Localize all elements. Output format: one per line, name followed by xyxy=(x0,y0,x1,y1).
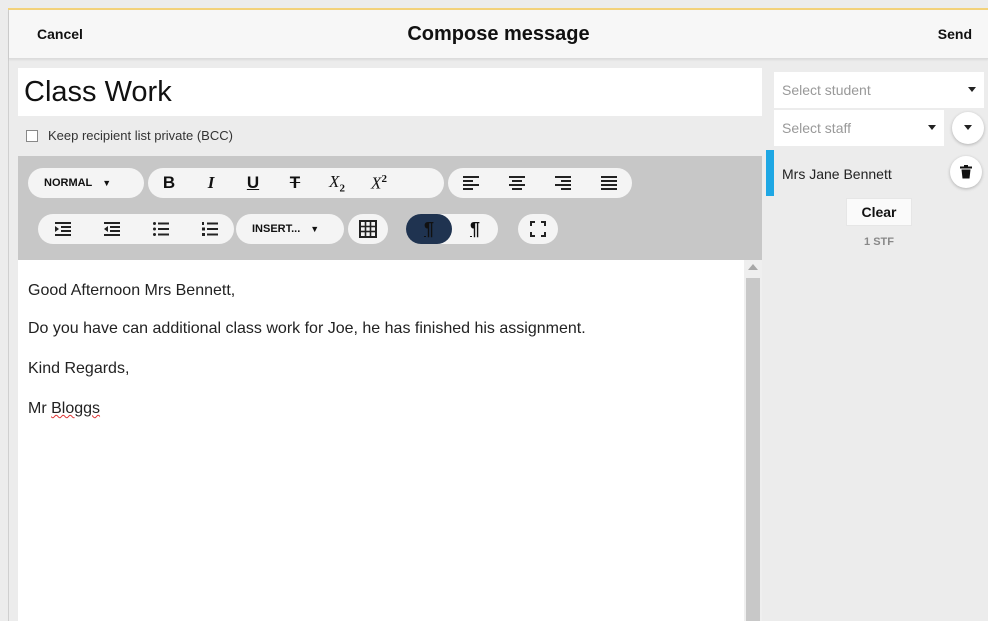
body-line-signature: Mr Bloggs xyxy=(28,400,101,417)
align-left-button[interactable] xyxy=(448,168,494,198)
align-center-icon xyxy=(509,176,525,190)
align-center-button[interactable] xyxy=(494,168,540,198)
numbered-list-icon xyxy=(201,222,218,236)
fullscreen-button[interactable] xyxy=(518,214,558,244)
body-line-message: Do you have can additional class work fo… xyxy=(28,320,586,337)
superscript-button[interactable]: X2 xyxy=(358,168,400,198)
table-button[interactable] xyxy=(348,214,388,244)
chevron-down-icon: ▼ xyxy=(102,178,112,188)
text-direction-group: ¶ ¶ xyxy=(406,214,498,244)
clear-button[interactable]: Clear xyxy=(846,198,912,226)
italic-button[interactable]: I xyxy=(190,168,232,198)
chevron-down-icon xyxy=(928,125,936,130)
justify-button[interactable] xyxy=(586,168,632,198)
chevron-down-icon xyxy=(968,87,976,92)
bcc-option[interactable]: Keep recipient list private (BCC) xyxy=(26,128,233,143)
alignment-group xyxy=(448,168,632,198)
remove-recipient-button[interactable] xyxy=(950,156,982,188)
outdent-button[interactable] xyxy=(87,214,136,244)
strikethrough-button[interactable]: T xyxy=(274,168,316,198)
numbered-list-button[interactable] xyxy=(185,214,234,244)
outdent-icon xyxy=(103,222,120,236)
indent-icon xyxy=(54,222,71,236)
align-right-icon xyxy=(555,176,571,190)
staff-select[interactable]: Select staff xyxy=(774,110,944,146)
page-title: Compose message xyxy=(407,23,590,45)
underline-button[interactable]: U xyxy=(232,168,274,198)
scrollbar-thumb[interactable] xyxy=(746,278,760,621)
list-group xyxy=(38,214,234,244)
chevron-down-icon xyxy=(964,125,972,130)
table-icon xyxy=(359,220,377,238)
align-left-icon xyxy=(463,176,479,190)
bcc-label: Keep recipient list private (BCC) xyxy=(48,128,233,143)
insert-dropdown[interactable]: INSERT... ▼ xyxy=(236,214,344,244)
chevron-down-icon: ▼ xyxy=(310,224,320,234)
recipient-count: 1 STF xyxy=(864,236,894,248)
insert-dropdown-label: INSERT... xyxy=(252,223,301,235)
text-style-group: B I U T X2 X2 xyxy=(148,168,444,198)
body-line-closing: Kind Regards, xyxy=(28,360,130,377)
editor-scrollbar[interactable] xyxy=(744,260,762,621)
editor-toolbar: NORMAL ▼ B I U T X2 X2 INSERT... ▼ ¶ ¶ xyxy=(18,156,762,260)
bold-icon: B xyxy=(162,173,176,192)
fullscreen-icon xyxy=(530,221,546,237)
format-dropdown[interactable]: NORMAL ▼ xyxy=(28,168,144,198)
header-bar: Cancel Compose message Send xyxy=(9,10,988,59)
trash-icon xyxy=(960,165,972,179)
ltr-direction-button[interactable]: ¶ xyxy=(406,214,452,244)
subscript-button[interactable]: X2 xyxy=(316,168,358,198)
bcc-checkbox[interactable] xyxy=(26,129,38,142)
align-right-button[interactable] xyxy=(540,168,586,198)
indent-button[interactable] xyxy=(38,214,87,244)
staff-options-button[interactable] xyxy=(952,112,984,144)
rtl-direction-button[interactable]: ¶ xyxy=(452,214,498,244)
body-line-greeting: Good Afternoon Mrs Bennett, xyxy=(28,282,236,299)
staff-select-placeholder: Select staff xyxy=(782,120,852,136)
compose-area: Keep recipient list private (BCC) NORMAL… xyxy=(18,68,762,621)
bullet-list-icon xyxy=(152,222,169,236)
recipient-accent-bar xyxy=(766,150,774,196)
underline-icon: U xyxy=(246,173,260,192)
justify-icon xyxy=(601,176,617,190)
paragraph-rtl-icon: ¶ xyxy=(469,218,480,239)
misspelled-word: Bloggs xyxy=(51,400,101,417)
compose-window: Cancel Compose message Send Keep recipie… xyxy=(0,0,988,621)
selected-recipient: Mrs Jane Bennett xyxy=(766,150,988,196)
subject-input[interactable] xyxy=(18,68,762,116)
left-edge-line xyxy=(8,10,9,621)
send-button[interactable]: Send xyxy=(938,26,972,42)
subscript-icon: X2 xyxy=(329,171,345,195)
bullet-list-button[interactable] xyxy=(136,214,185,244)
student-select[interactable]: Select student xyxy=(774,72,984,108)
message-body-editor[interactable]: Good Afternoon Mrs Bennett, Do you have … xyxy=(18,260,744,621)
paragraph-ltr-icon: ¶ xyxy=(423,218,434,239)
superscript-icon: X2 xyxy=(371,172,387,193)
recipients-panel: Select student Select staff Mrs Jane Ben… xyxy=(766,68,988,621)
bold-button[interactable]: B xyxy=(148,168,190,198)
scroll-up-icon[interactable] xyxy=(748,264,758,270)
student-select-placeholder: Select student xyxy=(782,82,871,98)
recipient-name: Mrs Jane Bennett xyxy=(782,166,892,182)
format-dropdown-label: NORMAL xyxy=(44,177,93,189)
strikethrough-icon: T xyxy=(289,173,301,192)
italic-icon: I xyxy=(207,173,215,192)
